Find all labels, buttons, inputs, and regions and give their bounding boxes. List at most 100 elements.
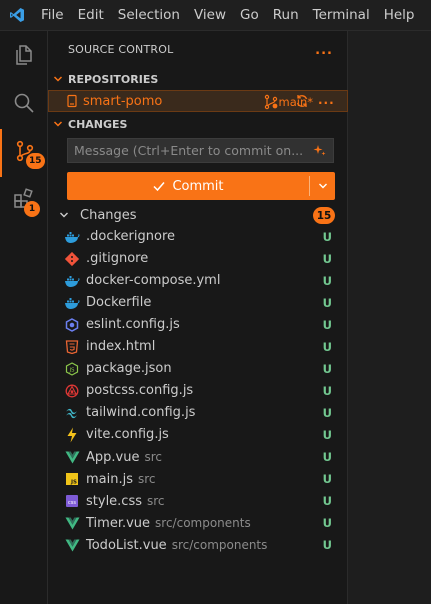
file-row[interactable]: css style.css src U [48,490,348,512]
activity-explorer[interactable] [0,33,48,81]
menu-edit[interactable]: Edit [71,0,111,31]
file-row[interactable]: JS main.js src U [48,468,348,490]
menu-run[interactable]: Run [266,0,306,31]
files-icon [12,43,36,71]
menu-go[interactable]: Go [233,0,266,31]
search-icon [12,91,36,119]
vue-icon [64,515,80,531]
menu-terminal[interactable]: Terminal [306,0,377,31]
file-status-untracked: U [322,494,332,508]
file-name: .gitignore [86,248,148,270]
file-row[interactable]: Timer.vue src/components U [48,512,348,534]
file-status-untracked: U [322,362,332,376]
file-status-untracked: U [322,340,332,354]
file-row[interactable]: postcss.config.js U [48,380,348,402]
chevron-down-icon [318,183,327,189]
file-name: Timer.vue src/components [86,512,251,534]
commit-button[interactable]: Commit [67,172,309,200]
file-name: eslint.config.js [86,314,180,336]
file-directory: src/components [171,538,268,552]
file-row[interactable]: index.html U [48,336,348,358]
file-name-text: postcss.config.js [86,383,194,398]
file-name-text: App.vue [86,450,140,465]
vue-icon [64,449,80,465]
vscode-logo-icon [0,0,34,31]
file-name-text: vite.config.js [86,427,169,442]
docker-icon [64,295,80,311]
more-actions-icon[interactable]: ... [315,43,333,58]
eslint-icon [64,317,80,333]
repo-more-actions-icon[interactable]: ... [318,93,335,107]
file-status-untracked: U [322,318,332,332]
file-name-text: .gitignore [86,251,149,266]
editor-area [349,31,431,604]
file-name: vite.config.js [86,424,169,446]
commit-dropdown-button[interactable] [310,172,335,200]
file-row[interactable]: TodoList.vue src/components U [48,534,348,556]
commit-button-label: Commit [172,178,224,194]
commit-button-group: Commit [67,172,335,200]
file-status-untracked: U [322,252,332,266]
file-name: tailwind.config.js [86,402,195,424]
vite-icon [64,427,80,443]
chevron-down-icon [48,68,68,90]
file-name-text: style.css [86,494,142,509]
file-row[interactable]: docker-compose.yml U [48,270,348,292]
svg-text:JS: JS [68,368,75,374]
file-row[interactable]: JS package.json U [48,358,348,380]
file-name: style.css src [86,490,165,512]
file-name: package.json [86,358,172,380]
check-icon [152,179,166,193]
menu-selection[interactable]: Selection [111,0,187,31]
file-name-text: main.js [86,472,133,487]
repositories-header-label: REPOSITORIES [68,72,159,86]
changes-header-label: CHANGES [68,117,128,131]
menu-bar: File Edit Selection View Go Run Terminal… [0,0,431,31]
file-row[interactable]: .dockerignore U [48,226,348,248]
file-row[interactable]: App.vue src U [48,446,348,468]
sidebar-title: SOURCE CONTROL [68,43,174,56]
css-icon: css [64,493,80,509]
file-status-untracked: U [322,406,332,420]
source-control-sidebar: SOURCE CONTROL ... REPOSITORIES smart-po… [48,31,348,604]
nodejs-icon: JS [64,361,80,377]
file-status-untracked: U [322,230,332,244]
file-row[interactable]: .gitignore U [48,248,348,270]
chevron-down-icon [48,113,68,135]
activity-search[interactable] [0,81,48,129]
menu-help[interactable]: Help [377,0,422,31]
git-icon [64,251,80,267]
javascript-icon: JS [64,471,80,487]
file-row[interactable]: eslint.config.js U [48,314,348,336]
menu-view[interactable]: View [187,0,233,31]
changes-group-header[interactable]: Changes 15 [48,204,348,226]
file-name: docker-compose.yml [86,270,220,292]
sparkle-icon[interactable] [312,143,327,162]
extensions-badge: 1 [24,201,40,217]
file-row[interactable]: vite.config.js U [48,424,348,446]
file-row[interactable]: Dockerfile U [48,292,348,314]
changes-section-header[interactable]: CHANGES [48,113,348,135]
file-name-text: eslint.config.js [86,317,180,332]
repo-icon [49,94,79,108]
file-name-text: Dockerfile [86,295,152,310]
file-status-untracked: U [322,428,332,442]
file-directory: src/components [155,516,251,530]
file-name: Dockerfile [86,292,151,314]
sync-changes-icon[interactable] [295,94,309,112]
repositories-section-header[interactable]: REPOSITORIES [48,68,348,90]
file-name: TodoList.vue src/components [86,534,267,556]
menu-file[interactable]: File [34,0,71,31]
html-icon [64,339,80,355]
file-name-text: TodoList.vue [86,538,167,553]
commit-message-input[interactable] [74,143,304,158]
file-row[interactable]: tailwind.config.js U [48,402,348,424]
vue-icon [64,537,80,553]
activity-extensions[interactable]: 1 [0,177,48,225]
file-directory: src [138,472,156,486]
file-name: App.vue src [86,446,162,468]
chevron-down-icon [58,209,78,221]
activity-source-control[interactable]: 15 [0,129,48,177]
file-name-text: .dockerignore [86,229,176,244]
file-status-untracked: U [322,384,332,398]
